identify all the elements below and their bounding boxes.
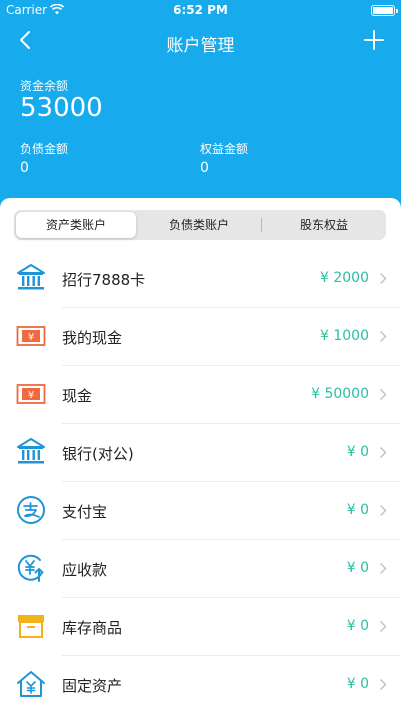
bank-icon	[17, 438, 45, 464]
chevron-right-icon	[379, 504, 387, 517]
account-amount: ¥ 0	[346, 502, 369, 518]
page-title: 账户管理	[166, 36, 235, 56]
chevron-right-icon	[379, 446, 387, 459]
account-name: 固定资产	[62, 677, 123, 695]
chevron-right-icon	[379, 388, 387, 401]
svg-text:¥: ¥	[28, 390, 34, 401]
equity-value: 0	[200, 160, 209, 176]
account-name: 库存商品	[62, 619, 123, 637]
equity-label: 权益金额	[200, 142, 249, 156]
balance-value: 53000	[20, 93, 103, 123]
balance-label: 资金余额	[20, 79, 69, 93]
account-amount: ¥ 2000	[320, 270, 369, 286]
account-name: 招行7888卡	[62, 271, 146, 289]
account-amount: ¥ 50000	[311, 386, 369, 402]
tab-liabilities[interactable]: 负债类账户	[139, 212, 259, 238]
account-row[interactable]: 应收款 ¥ 0	[0, 540, 401, 598]
account-amount: ¥ 0	[346, 618, 369, 634]
alipay-icon	[17, 496, 45, 524]
account-amount: ¥ 0	[346, 676, 369, 692]
chevron-right-icon	[379, 620, 387, 633]
account-row[interactable]: 支付宝 ¥ 0	[0, 482, 401, 540]
add-account-icon[interactable]	[363, 29, 385, 51]
cash-icon: ¥	[16, 326, 46, 346]
account-name: 银行(对公)	[62, 445, 134, 463]
account-name: 现金	[62, 387, 93, 405]
debt-value: 0	[20, 160, 29, 176]
account-name: 支付宝	[62, 503, 108, 521]
bank-icon	[17, 264, 45, 290]
status-time: 6:52 PM	[173, 3, 228, 17]
svg-text:¥: ¥	[28, 332, 34, 343]
account-list: 招行7888卡 ¥ 2000 ¥ 我的现金 ¥ 1000 ¥ 现金 ¥ 5000	[0, 250, 401, 710]
account-row[interactable]: ¥ 现金 ¥ 50000	[0, 366, 401, 424]
chevron-right-icon	[379, 330, 387, 343]
cash-icon: ¥	[16, 384, 46, 404]
tab-assets[interactable]: 资产类账户	[16, 212, 136, 238]
account-amount: ¥ 0	[346, 444, 369, 460]
account-amount: ¥ 1000	[320, 328, 369, 344]
account-row[interactable]: 银行(对公) ¥ 0	[0, 424, 401, 482]
battery-icon	[371, 5, 398, 16]
account-amount: ¥ 0	[346, 560, 369, 576]
account-name: 应收款	[62, 561, 108, 579]
chevron-right-icon	[379, 678, 387, 691]
account-row[interactable]: 固定资产 ¥ 0	[0, 656, 401, 710]
account-row[interactable]: 招行7888卡 ¥ 2000	[0, 250, 401, 308]
account-header: Carrier 6:52 PM 账户管理 资金余额 53000 负债金额 0 权…	[0, 0, 401, 215]
fixed-asset-house-icon	[17, 671, 45, 697]
accounts-panel: 资产类账户 负债类账户 股东权益 招行7888卡 ¥ 2000 ¥ 我的现金 ¥…	[0, 198, 401, 710]
chevron-right-icon	[379, 562, 387, 575]
debt-label: 负债金额	[20, 142, 69, 156]
status-bar: Carrier 6:52 PM	[0, 0, 401, 22]
inventory-box-icon	[18, 615, 44, 638]
account-name: 我的现金	[62, 329, 123, 347]
tab-equity[interactable]: 股东权益	[264, 212, 384, 238]
tab-divider	[261, 218, 262, 232]
account-row[interactable]: 库存商品 ¥ 0	[0, 598, 401, 656]
account-row[interactable]: ¥ 我的现金 ¥ 1000	[0, 308, 401, 366]
receivable-icon	[17, 554, 44, 582]
chevron-right-icon	[379, 272, 387, 285]
account-type-segmented-control: 资产类账户 负债类账户 股东权益	[14, 210, 386, 240]
